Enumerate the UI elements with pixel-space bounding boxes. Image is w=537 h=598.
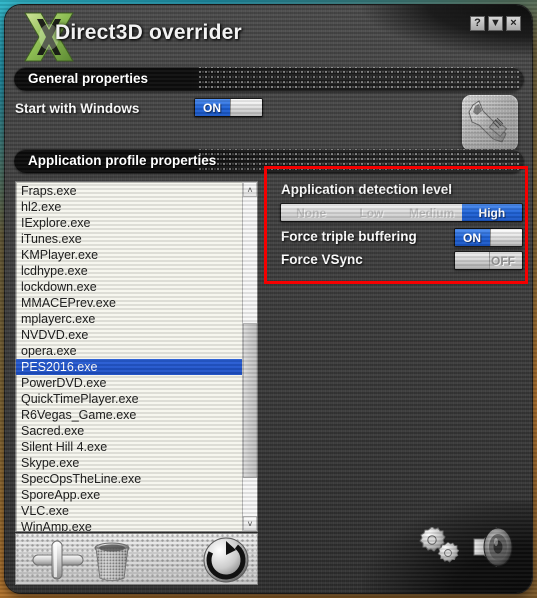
start-with-windows-toggle[interactable]: ON (194, 98, 263, 117)
title-bar: Direct3D overrider ? ▼ × (5, 5, 532, 67)
application-list-items: Fraps.exe hl2.exe IExplore.exe iTunes.exe KM… (16, 182, 242, 531)
list-item[interactable]: iTunes.exe (16, 231, 242, 247)
header-dot-texture (199, 67, 520, 91)
detection-level-high[interactable]: High (461, 204, 522, 221)
list-scrollbar[interactable]: ˄ ˅ (242, 182, 257, 531)
list-item[interactable]: PES2016.exe (16, 359, 242, 375)
status-bar (362, 501, 532, 593)
scrollbar-track[interactable] (243, 197, 257, 516)
scrollbar-thumb[interactable] (243, 323, 257, 478)
general-properties-title: General properties (28, 71, 149, 86)
add-profile-button[interactable] (30, 540, 86, 580)
application-profile-title: Application profile properties (28, 153, 217, 168)
settings-button[interactable] (418, 527, 462, 567)
minimize-button[interactable]: ▼ (488, 16, 503, 31)
list-item[interactable]: lcdhype.exe (16, 263, 242, 279)
window-controls: ? ▼ × (470, 16, 521, 31)
toggle-knob (489, 229, 522, 246)
list-item[interactable]: SporeApp.exe (16, 487, 242, 503)
list-item[interactable]: lockdown.exe (16, 279, 242, 295)
general-properties-header: General properties (14, 67, 524, 91)
list-item[interactable]: WinAmp.exe (16, 519, 242, 531)
detection-level-none[interactable]: None (281, 204, 342, 221)
scroll-up-icon[interactable]: ˄ (243, 182, 257, 197)
list-item[interactable]: mplayerc.exe (16, 311, 242, 327)
window-title: Direct3D overrider (55, 21, 242, 44)
list-item[interactable]: opera.exe (16, 343, 242, 359)
start-with-windows-label: Start with Windows (15, 101, 140, 116)
list-item[interactable]: hl2.exe (16, 199, 242, 215)
list-item[interactable]: R6Vegas_Game.exe (16, 407, 242, 423)
force-vsync-label: Force VSync (281, 252, 363, 267)
speaker-icon (473, 526, 513, 568)
list-item[interactable]: SpecOpsTheLine.exe (16, 471, 242, 487)
list-item[interactable]: MMACEPrev.exe (16, 295, 242, 311)
force-vsync-toggle[interactable]: OFF (454, 251, 523, 270)
profile-toolbar (15, 533, 258, 585)
toggle-value-label: OFF (491, 254, 515, 268)
application-detection-level-selector[interactable]: None Low Medium High (280, 203, 523, 222)
list-item[interactable]: IExplore.exe (16, 215, 242, 231)
list-item[interactable]: Sacred.exe (16, 423, 242, 439)
scroll-down-icon[interactable]: ˅ (243, 516, 257, 531)
refresh-circular-arrow-icon (203, 537, 249, 583)
application-profile-header: Application profile properties (14, 149, 524, 173)
force-triple-buffering-toggle[interactable]: ON (454, 228, 523, 247)
refresh-profiles-button[interactable] (203, 537, 249, 583)
header-dot-texture (199, 149, 520, 173)
direct3d-overrider-window: Direct3D overrider ? ▼ × General propert… (5, 5, 532, 593)
delete-profile-button[interactable] (88, 538, 136, 582)
application-list[interactable]: Fraps.exe hl2.exe IExplore.exe iTunes.exe KM… (15, 181, 258, 532)
list-item[interactable]: VLC.exe (16, 503, 242, 519)
toggle-value-label: ON (203, 101, 221, 115)
wrench-icon[interactable] (462, 95, 518, 151)
list-item[interactable]: PowerDVD.exe (16, 375, 242, 391)
list-item[interactable]: NVDVD.exe (16, 327, 242, 343)
help-button[interactable]: ? (470, 16, 485, 31)
toggle-value-label: ON (463, 231, 481, 245)
toggle-knob (229, 99, 262, 116)
toggle-knob (455, 252, 490, 269)
list-item[interactable]: Skype.exe (16, 455, 242, 471)
force-triple-buffering-label: Force triple buffering (281, 229, 417, 244)
list-item[interactable]: KMPlayer.exe (16, 247, 242, 263)
gears-icon (419, 527, 460, 563)
list-item[interactable]: Silent Hill 4.exe (16, 439, 242, 455)
detection-panel-title: Application detection level (281, 182, 453, 197)
list-item[interactable]: QuickTimePlayer.exe (16, 391, 242, 407)
detection-level-low[interactable]: Low (341, 204, 402, 221)
detection-level-medium[interactable]: Medium (401, 204, 462, 221)
titlebar-gloss (212, 5, 532, 67)
list-item[interactable]: Fraps.exe (16, 183, 242, 199)
sound-button[interactable] (470, 523, 514, 571)
desktop-background: Direct3D overrider ? ▼ × General propert… (0, 0, 537, 598)
trash-bin-icon (94, 542, 130, 581)
close-button[interactable]: × (506, 16, 521, 31)
plus-icon (32, 540, 84, 580)
